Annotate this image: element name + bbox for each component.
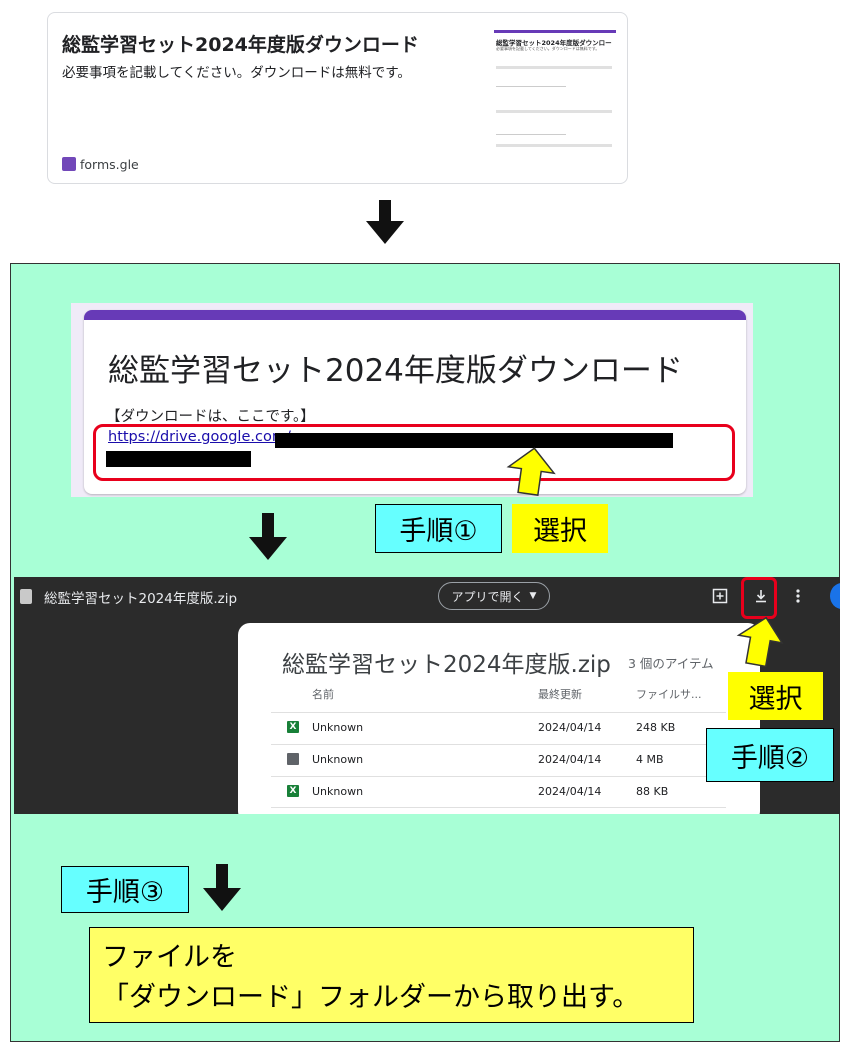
table-row[interactable]: Unknown 2024/04/14 4 MB — [271, 744, 726, 776]
download-label: 【ダウンロードは、ここです。】 — [106, 409, 315, 425]
preview-description: 必要事項を記載してください。ダウンロードは無料です。 — [62, 65, 411, 81]
google-forms-icon — [62, 157, 76, 171]
more-options-icon[interactable] — [794, 588, 802, 604]
document-icon — [287, 753, 299, 765]
select-label: 選択 — [728, 672, 823, 720]
preview-domain: forms.gle — [80, 157, 139, 172]
excel-icon: X — [287, 785, 299, 797]
thumb-accent-bar — [494, 30, 616, 33]
file-size: 4 MB — [636, 753, 664, 766]
final-instruction-box: ファイルを 「ダウンロード」フォルダーから取り出す。 — [89, 927, 694, 1023]
open-with-label: アプリで開く — [451, 589, 524, 604]
link-preview-card[interactable]: 総監学習セット2024年度版ダウンロード 必要事項を記載してください。ダウンロー… — [47, 12, 628, 184]
link-highlight — [93, 424, 735, 481]
down-arrow-icon — [379, 200, 391, 222]
step1-label: 手順① — [375, 504, 502, 553]
instruction-line-2: 「ダウンロード」フォルダーから取り出す。 — [102, 982, 640, 1013]
file-icon — [20, 589, 32, 604]
instruction-line-1: ファイルを — [102, 942, 237, 973]
down-arrow-icon — [249, 537, 287, 560]
row-divider — [271, 807, 726, 808]
caret-down-icon: ▼ — [529, 591, 537, 601]
thumb-line — [496, 110, 612, 113]
download-highlight — [741, 577, 777, 619]
column-header-size[interactable]: ファイルサ... — [636, 686, 702, 702]
file-size: 88 KB — [636, 785, 669, 798]
file-name: Unknown — [312, 753, 364, 766]
file-modified: 2024/04/14 — [538, 753, 602, 766]
file-modified: 2024/04/14 — [538, 785, 602, 798]
thumb-line — [496, 66, 612, 69]
select-label: 選択 — [512, 504, 608, 553]
avatar[interactable] — [830, 583, 840, 609]
excel-icon: X — [287, 721, 299, 733]
pointer-arrow-icon — [736, 616, 784, 667]
pointer-arrow-icon — [506, 447, 556, 496]
down-arrow-icon — [366, 221, 404, 244]
file-name: Unknown — [312, 785, 364, 798]
column-header-modified[interactable]: 最終更新 — [538, 686, 582, 702]
file-modified: 2024/04/14 — [538, 721, 602, 734]
preview-title: 総監学習セット2024年度版ダウンロード — [62, 34, 419, 56]
preview-thumbnail: 総監学習セット2024年度版ダウンロー 必要事項を記載してください。ダウンロード… — [494, 30, 616, 158]
zip-contents-card: 総監学習セット2024年度版.zip 3 個のアイテム 名前 最終更新 ファイル… — [238, 623, 760, 814]
table-row[interactable]: X Unknown 2024/04/14 88 KB — [271, 776, 726, 808]
down-arrow-icon — [216, 864, 228, 889]
file-size: 248 KB — [636, 721, 676, 734]
step3-label: 手順③ — [61, 866, 189, 913]
thumb-line — [496, 86, 566, 87]
zip-title: 総監学習セット2024年度版.zip — [282, 652, 611, 678]
add-comment-icon[interactable] — [712, 588, 728, 604]
thumb-description: 必要事項を記載してください。ダウンロードは無料です。 — [496, 46, 600, 51]
file-name: Unknown — [312, 721, 364, 734]
item-count: 3 個のアイテム — [628, 656, 714, 671]
step2-label: 手順② — [706, 728, 834, 782]
table-row[interactable]: X Unknown 2024/04/14 248 KB — [271, 712, 726, 744]
thumb-line — [496, 144, 612, 147]
viewer-filename: 総監学習セット2024年度版.zip — [44, 591, 238, 607]
column-header-name[interactable]: 名前 — [312, 686, 334, 702]
form-title: 総監学習セット2024年度版ダウンロード — [108, 353, 683, 389]
open-with-app-button[interactable]: アプリで開く ▼ — [438, 582, 550, 610]
down-arrow-icon — [203, 888, 241, 911]
thumb-line — [496, 134, 566, 135]
down-arrow-icon — [262, 513, 274, 538]
